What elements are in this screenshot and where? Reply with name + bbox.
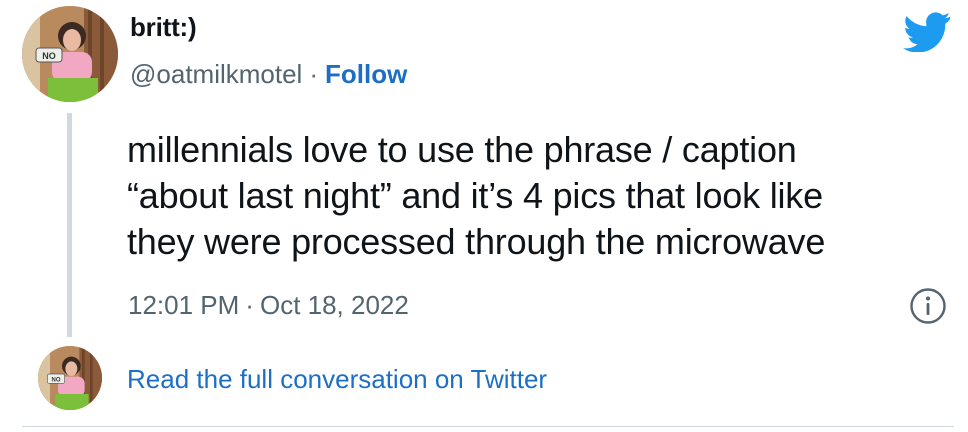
timestamp-separator: · bbox=[245, 290, 254, 320]
avatar-sign-text: NO bbox=[52, 377, 61, 383]
bottom-divider bbox=[22, 426, 954, 427]
read-full-conversation-link[interactable]: Read the full conversation on Twitter bbox=[127, 364, 547, 395]
tweet-text: millennials love to use the phrase / cap… bbox=[127, 127, 927, 265]
info-icon[interactable] bbox=[909, 287, 947, 325]
tweet-date: Oct 18, 2022 bbox=[259, 290, 409, 320]
thread-connector-line bbox=[67, 113, 72, 337]
author-handle-line: @oatmilkmotel · Follow bbox=[130, 59, 407, 90]
author-avatar[interactable]: NO bbox=[22, 6, 118, 102]
author-display-name[interactable]: britt:) bbox=[130, 12, 197, 43]
handle-separator: · bbox=[309, 59, 318, 89]
tweet-timestamp[interactable]: 12:01 PM · Oct 18, 2022 bbox=[128, 290, 409, 321]
follow-link[interactable]: Follow bbox=[325, 59, 407, 89]
tweet-time: 12:01 PM bbox=[128, 290, 240, 320]
avatar-photo: NO bbox=[38, 346, 102, 410]
avatar-sign-text: NO bbox=[42, 51, 56, 61]
tweet-text-line: “about last night” and it’s 4 pics that … bbox=[127, 175, 823, 216]
avatar-photo: NO bbox=[22, 6, 118, 102]
twitter-bird-icon[interactable] bbox=[903, 12, 951, 52]
reply-avatar[interactable]: NO bbox=[38, 346, 102, 410]
tweet-text-line: millennials love to use the phrase / cap… bbox=[127, 129, 797, 170]
author-handle[interactable]: @oatmilkmotel bbox=[130, 59, 302, 89]
tweet-text-line: they were processed through the microwav… bbox=[127, 221, 826, 262]
